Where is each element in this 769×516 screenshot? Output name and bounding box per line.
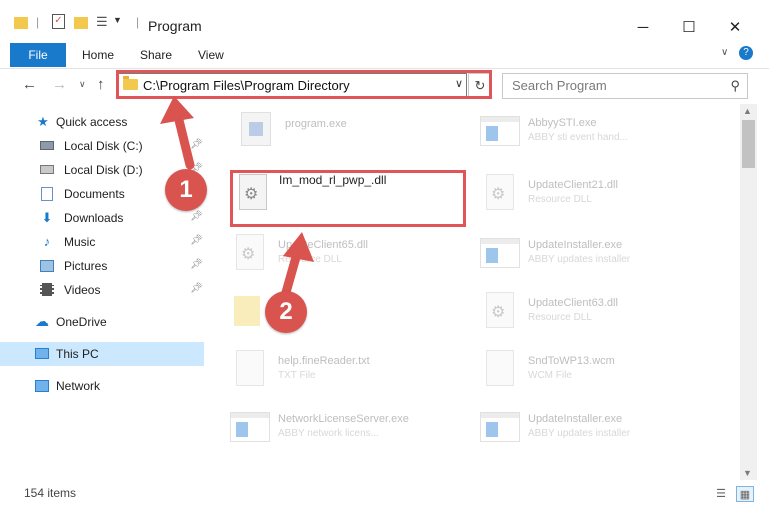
properties-icon[interactable]: ✓ (52, 14, 65, 29)
vertical-scrollbar[interactable]: ▲ ▼ (740, 104, 757, 480)
sidebar-item-music[interactable]: ♪ Music 📌︎ (0, 231, 204, 253)
step-marker-1: 1 (165, 169, 207, 211)
recent-locations-icon[interactable]: ∨ (79, 79, 86, 90)
window-icon (480, 406, 520, 446)
sidebar-item-downloads[interactable]: ⬇ Downloads 📌︎ (0, 207, 204, 229)
chevron-down-icon[interactable]: ▼ (113, 15, 122, 25)
list-item[interactable]: NetworkLicenseServer.exe ABBY network li… (230, 406, 470, 454)
customize-qat-icon[interactable]: ☰ (96, 14, 108, 30)
text-file-icon (480, 348, 520, 388)
sidebar-item-quick-access[interactable]: ★ Quick access (0, 111, 204, 133)
folder-icon (123, 76, 138, 90)
large-icons-view-icon[interactable]: ▦ (736, 486, 754, 502)
scroll-down-icon[interactable]: ▼ (743, 468, 752, 478)
list-item[interactable]: UpdateInstaller.exe ABBY updates install… (480, 406, 720, 454)
minimize-icon: ─ (637, 18, 649, 36)
maximize-icon: ☐ (682, 19, 696, 36)
window-icon (480, 232, 520, 272)
list-item[interactable]: AbbyySTI.exe ABBY sti event hand... (480, 110, 720, 158)
new-folder-icon[interactable] (74, 17, 88, 29)
sidebar-item-onedrive[interactable]: ☁ OneDrive (0, 311, 204, 333)
sidebar-item-network[interactable]: Network (0, 375, 204, 397)
sidebar-item-this-pc[interactable]: This PC (0, 342, 204, 366)
refresh-button[interactable]: ↻ (468, 73, 492, 99)
scroll-up-icon[interactable]: ▲ (743, 106, 752, 116)
chevron-down-icon[interactable]: ∨ (455, 77, 463, 90)
expand-ribbon-icon[interactable]: ∨ (721, 47, 728, 58)
search-icon[interactable]: ⚲ (730, 78, 740, 94)
pin-icon[interactable]: 📌︎ (190, 259, 203, 270)
gear-file-icon: ⚙ (230, 232, 270, 272)
pin-icon[interactable]: 📌︎ (190, 235, 203, 246)
file-highlight-box (230, 170, 466, 227)
tab-view[interactable]: View (198, 48, 224, 62)
minimize-button[interactable]: ─ (620, 14, 666, 40)
forward-button[interactable]: → (52, 76, 67, 93)
tab-home[interactable]: Home (82, 48, 114, 62)
window-title: Program (148, 18, 202, 34)
help-icon[interactable]: ? (739, 46, 753, 60)
star-icon: ★ (37, 113, 49, 129)
window-icon (230, 406, 270, 446)
back-button[interactable]: ← (22, 76, 37, 93)
sidebar-item-local-disk-c[interactable]: Local Disk (C:) 📌︎ (0, 135, 204, 157)
folder-icon (230, 290, 270, 330)
cloud-icon: ☁ (35, 313, 49, 329)
ribbon: File Home Share View ∨ ? (0, 42, 769, 69)
drive-icon (40, 163, 54, 176)
search-box[interactable]: Search Program ⚲ (502, 73, 748, 99)
search-input[interactable]: Search Program (512, 78, 607, 93)
items-count: 154 items (24, 486, 77, 500)
file-tab[interactable]: File (10, 43, 66, 67)
drive-icon (40, 139, 54, 152)
folder-icon (14, 17, 28, 29)
separator: | (136, 15, 140, 29)
pin-icon[interactable]: 📌︎ (190, 283, 203, 294)
gear-file-icon: ⚙ (480, 290, 520, 330)
close-icon: ✕ (728, 19, 742, 36)
close-button[interactable]: ✕ (712, 14, 758, 40)
maximize-button[interactable]: ☐ (666, 14, 712, 40)
window-icon (480, 110, 520, 150)
address-row: ← → ∨ ↑ C:\Program Files\Program Directo… (0, 68, 769, 104)
picture-icon (40, 259, 54, 272)
pin-icon[interactable]: 📌︎ (190, 139, 203, 150)
address-path[interactable]: C:\Program Files\Program Directory (143, 78, 350, 93)
title-bar: | ✓ ☰ ▼ | Program ─ ☐ ✕ (0, 0, 769, 42)
status-bar: 154 items ☰ ▦ (0, 480, 769, 516)
list-item[interactable]: help.fineReader.txt TXT File (230, 348, 470, 396)
list-item[interactable]: ⚙ UpdateClient21.dll Resource DLL (480, 172, 720, 220)
sidebar-item-pictures[interactable]: Pictures 📌︎ (0, 255, 204, 277)
tab-share[interactable]: Share (140, 48, 172, 62)
details-view-icon[interactable]: ☰ (713, 486, 729, 500)
computer-icon (35, 347, 49, 360)
pin-icon[interactable]: 📌︎ (190, 211, 203, 222)
music-icon: ♪ (43, 234, 51, 249)
refresh-icon: ↻ (474, 78, 486, 93)
address-bar[interactable]: C:\Program Files\Program Directory ∨ (118, 73, 467, 99)
gear-file-icon: ⚙ (480, 172, 520, 212)
list-item[interactable]: ⚙ UpdateClient65.dll Resource DLL (230, 232, 470, 280)
list-item[interactable]: SndToWP13.wcm WCM File (480, 348, 720, 396)
navigation-pane: ★ Quick access Local Disk (C:) 📌︎ Local … (0, 104, 205, 480)
network-icon (35, 379, 49, 392)
separator: | (36, 15, 40, 29)
exe-icon (237, 110, 277, 150)
document-icon (40, 186, 54, 201)
sidebar-item-videos[interactable]: Videos 📌︎ (0, 279, 204, 301)
scroll-thumb[interactable] (742, 120, 755, 168)
list-item[interactable]: program.exe (237, 110, 477, 158)
list-item[interactable]: UpdateInstaller.exe ABBY updates install… (480, 232, 720, 280)
up-button[interactable]: ↑ (97, 76, 105, 93)
download-icon: ⬇ (41, 209, 53, 225)
text-file-icon (230, 348, 270, 388)
video-icon (40, 283, 54, 296)
step-marker-2: 2 (265, 291, 307, 333)
list-item[interactable]: ⚙ UpdateClient63.dll Resource DLL (480, 290, 720, 338)
